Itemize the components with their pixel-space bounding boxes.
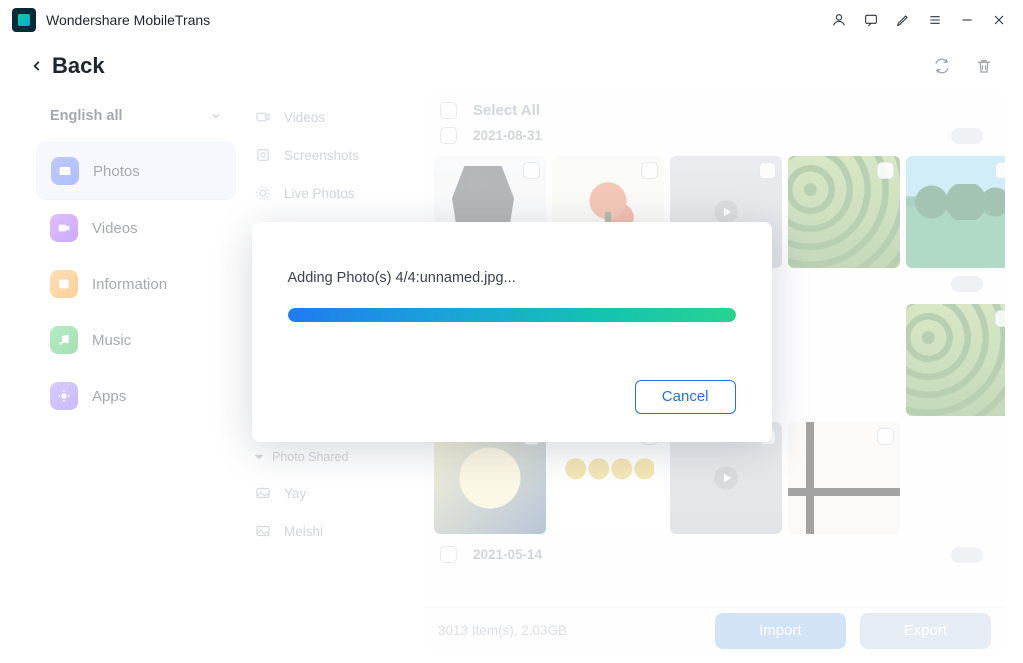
category-music[interactable]: Music [36, 312, 236, 368]
export-button[interactable]: Export [860, 613, 991, 649]
select-all-checkbox[interactable] [440, 102, 457, 119]
thumbnail-checkbox[interactable] [995, 162, 1005, 179]
topbar: Back [0, 40, 1023, 92]
thumbnail-checkbox[interactable] [877, 162, 894, 179]
album-label: Yay [284, 486, 306, 501]
cancel-button[interactable]: Cancel [635, 380, 736, 414]
photo-thumbnail[interactable] [906, 304, 1005, 416]
date-group-row: 2021-08-31 [434, 123, 995, 152]
group-count-pill [951, 547, 983, 563]
group-count-pill [951, 276, 983, 292]
group-count-pill [951, 128, 983, 144]
album-label: Videos [284, 110, 325, 125]
item-stats: 3013 Item(s), 2.03GB [438, 623, 567, 638]
progress-modal: Adding Photo(s) 4/4:unnamed.jpg... Cance… [252, 222, 772, 442]
category-label: Music [92, 332, 131, 349]
category-label: Information [92, 276, 167, 293]
titlebar: Wondershare MobileTrans [0, 0, 1023, 40]
apps-icon [50, 382, 78, 410]
album-videos[interactable]: Videos [242, 98, 424, 136]
album-label: Live Photos [284, 186, 355, 201]
app-title: Wondershare MobileTrans [46, 12, 210, 28]
progress-fill [288, 308, 736, 322]
content-footer: 3013 Item(s), 2.03GB Import Export [424, 607, 1005, 653]
thumbnail-checkbox[interactable] [523, 162, 540, 179]
category-information[interactable]: Information [36, 256, 236, 312]
category-sidebar: English all Photos Videos Information Mu… [30, 92, 242, 653]
refresh-icon[interactable] [933, 57, 951, 75]
category-label: Photos [93, 163, 140, 180]
feedback-icon[interactable] [859, 8, 883, 32]
album-shared[interactable]: Meishi [242, 512, 424, 550]
import-button[interactable]: Import [715, 613, 846, 649]
progress-bar [288, 308, 736, 322]
chevron-down-icon [210, 110, 222, 122]
album-screenshots[interactable]: Screenshots [242, 136, 424, 174]
category-photos[interactable]: Photos [36, 142, 236, 200]
category-apps[interactable]: Apps [36, 368, 236, 424]
category-label: Videos [92, 220, 138, 237]
category-videos[interactable]: Videos [36, 200, 236, 256]
thumbnail-checkbox[interactable] [641, 162, 658, 179]
group-checkbox[interactable] [440, 546, 457, 563]
minimize-button[interactable] [955, 8, 979, 32]
menu-icon[interactable] [923, 8, 947, 32]
thumbnail-checkbox[interactable] [877, 428, 894, 445]
thumbnail-checkbox[interactable] [995, 310, 1005, 327]
back-label: Back [52, 53, 105, 79]
account-icon[interactable] [827, 8, 851, 32]
modal-message: Adding Photo(s) 4/4:unnamed.jpg... [288, 270, 736, 286]
language-selector[interactable]: English all [36, 98, 236, 142]
photo-thumbnail[interactable] [788, 422, 900, 534]
app-logo [12, 8, 36, 32]
section-label: Photo Shared [272, 450, 348, 464]
select-all-row: Select All [434, 98, 995, 123]
group-date: 2021-08-31 [473, 128, 542, 143]
language-label: English all [50, 108, 123, 124]
photo-thumbnail[interactable] [906, 156, 1005, 268]
app-window: Wondershare MobileTrans Back English all [0, 0, 1023, 663]
photo-shared-section[interactable]: Photo Shared [242, 440, 424, 474]
close-button[interactable] [987, 8, 1011, 32]
album-live-photos[interactable]: Live Photos [242, 174, 424, 212]
photo-thumbnail[interactable] [788, 156, 900, 268]
category-label: Apps [92, 388, 126, 405]
group-checkbox[interactable] [440, 127, 457, 144]
album-shared[interactable]: Yay [242, 474, 424, 512]
group-date: 2021-05-14 [473, 547, 542, 562]
delete-icon[interactable] [975, 57, 993, 75]
edit-icon[interactable] [891, 8, 915, 32]
back-button[interactable]: Back [30, 53, 105, 79]
videos-icon [50, 214, 78, 242]
select-all-label: Select All [473, 102, 540, 119]
information-icon [50, 270, 78, 298]
album-label: Screenshots [284, 148, 359, 163]
album-label: Meishi [284, 524, 323, 539]
date-group-row: 2021-05-14 [434, 542, 995, 571]
photos-icon [51, 157, 79, 185]
music-icon [50, 326, 78, 354]
